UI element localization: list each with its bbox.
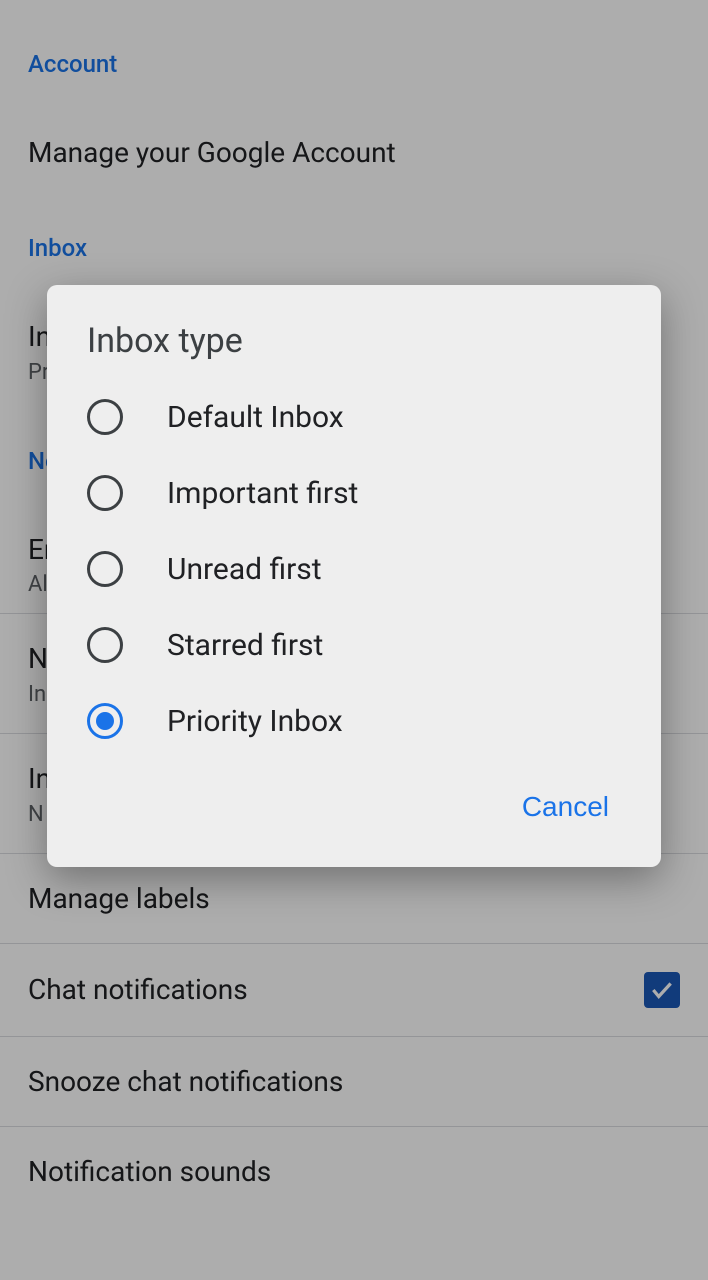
radio-icon — [87, 551, 123, 587]
option-default-inbox[interactable]: Default Inbox — [47, 379, 661, 455]
option-label: Starred first — [167, 628, 323, 663]
dialog-title: Inbox type — [47, 321, 661, 379]
option-label: Unread first — [167, 552, 322, 587]
option-important-first[interactable]: Important first — [47, 455, 661, 531]
radio-icon-selected — [87, 703, 123, 739]
cancel-button[interactable]: Cancel — [510, 783, 621, 831]
option-starred-first[interactable]: Starred first — [47, 607, 661, 683]
radio-icon — [87, 399, 123, 435]
option-unread-first[interactable]: Unread first — [47, 531, 661, 607]
option-priority-inbox[interactable]: Priority Inbox — [47, 683, 661, 759]
option-label: Priority Inbox — [167, 704, 343, 739]
option-label: Default Inbox — [167, 400, 344, 435]
option-label: Important first — [167, 476, 358, 511]
radio-icon — [87, 627, 123, 663]
inbox-type-dialog: Inbox type Default Inbox Important first… — [47, 285, 661, 867]
radio-icon — [87, 475, 123, 511]
